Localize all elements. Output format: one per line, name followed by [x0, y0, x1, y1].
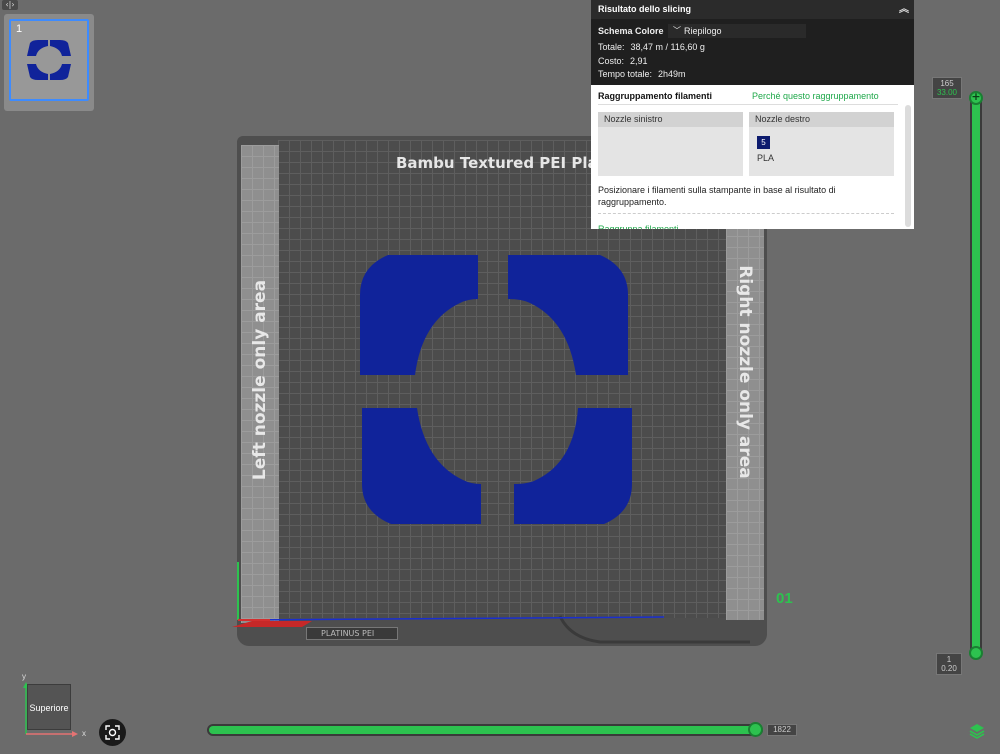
slicing-result-title: Risultato dello slicing — [598, 4, 692, 14]
stat-cost: Costo: 2,91 — [598, 55, 907, 69]
slicing-result-header[interactable]: Risultato dello slicing ︽ — [591, 0, 914, 19]
stat-cost-value: 2,91 — [630, 55, 648, 66]
filament-grouping-panel: Raggruppamento filamenti Perché questo r… — [591, 85, 914, 229]
layer-top-label: 165 33.00 — [932, 77, 962, 99]
layer-top-number: 165 — [940, 79, 954, 88]
color-scheme-value: Riepilogo — [684, 26, 722, 36]
stat-total-value: 38,47 m / 116,60 g — [630, 42, 705, 52]
axis-x-label: x — [82, 729, 86, 738]
printed-parts — [360, 255, 632, 524]
layer-bottom-number: 1 — [946, 655, 952, 664]
why-grouping-link[interactable]: Perché questo raggruppamento — [752, 91, 879, 101]
slicing-result-panel: Risultato dello slicing ︽ Schema Colore … — [591, 0, 914, 229]
divider — [598, 104, 898, 105]
part-top-left — [360, 255, 478, 375]
move-slider-fill — [209, 726, 755, 734]
chevron-down-icon: ﹀ — [673, 26, 681, 35]
left-nozzle-box: Nozzle sinistro — [598, 112, 743, 176]
filament-grouping-title: Raggruppamento filamenti — [598, 91, 713, 101]
part-bottom-left — [362, 408, 481, 524]
recenter-view-button[interactable] — [99, 719, 126, 746]
slicing-summary: Schema Colore ﹀ Riepilogo Totale: 38,47 … — [591, 19, 914, 85]
stat-total-key: Totale: — [598, 42, 625, 52]
chevron-up-double-icon[interactable]: ︽ — [899, 0, 909, 19]
color-scheme-label: Schema Colore — [598, 26, 664, 36]
view-cube[interactable]: Superiore — [27, 684, 71, 730]
stat-time-key: Tempo totale: — [598, 69, 653, 79]
plus-icon: + — [971, 90, 981, 103]
layer-slider-bottom-handle[interactable] — [969, 646, 983, 660]
left-nozzle-title: Nozzle sinistro — [598, 112, 743, 127]
axis-y-label: y — [22, 672, 26, 681]
bed-edge — [558, 615, 750, 644]
layer-bottom-label: 1 0.20 — [936, 653, 962, 675]
stat-time-value: 2h49m — [658, 69, 686, 79]
filament-type: PLA — [757, 153, 775, 163]
right-nozzle-box: Nozzle destro 5 PLA — [749, 112, 894, 176]
divider — [598, 213, 894, 214]
layer-slider-fill — [972, 98, 980, 656]
filament-chip[interactable]: 5 — [757, 136, 770, 149]
layer-slider-top-handle[interactable]: + — [969, 90, 983, 105]
regroup-filaments-link[interactable]: Raggruppa filamenti — [598, 222, 679, 229]
part-bottom-right — [514, 408, 632, 524]
layer-bottom-height: 0.20 — [941, 664, 957, 673]
focus-icon — [105, 725, 120, 740]
move-slider-handle[interactable] — [748, 722, 763, 737]
stat-time: Tempo totale: 2h49m — [598, 68, 907, 82]
stat-total: Totale: 38,47 m / 116,60 g — [598, 41, 907, 55]
right-nozzle-title: Nozzle destro — [749, 112, 894, 127]
bed-corner-marker — [232, 621, 312, 627]
color-scheme-select[interactable]: ﹀ Riepilogo — [668, 24, 806, 38]
layers-button[interactable] — [968, 722, 986, 740]
layer-top-height: 33.00 — [936, 88, 958, 97]
layers-icon — [969, 724, 985, 739]
stat-cost-key: Costo: — [598, 55, 625, 66]
x-axis-line — [237, 616, 665, 621]
part-top-right — [508, 255, 628, 375]
grouping-scrollbar[interactable] — [905, 105, 911, 227]
grouping-description: Posizionare i filamenti sulla stampante … — [598, 185, 836, 207]
move-slider-value: 1822 — [767, 724, 797, 736]
